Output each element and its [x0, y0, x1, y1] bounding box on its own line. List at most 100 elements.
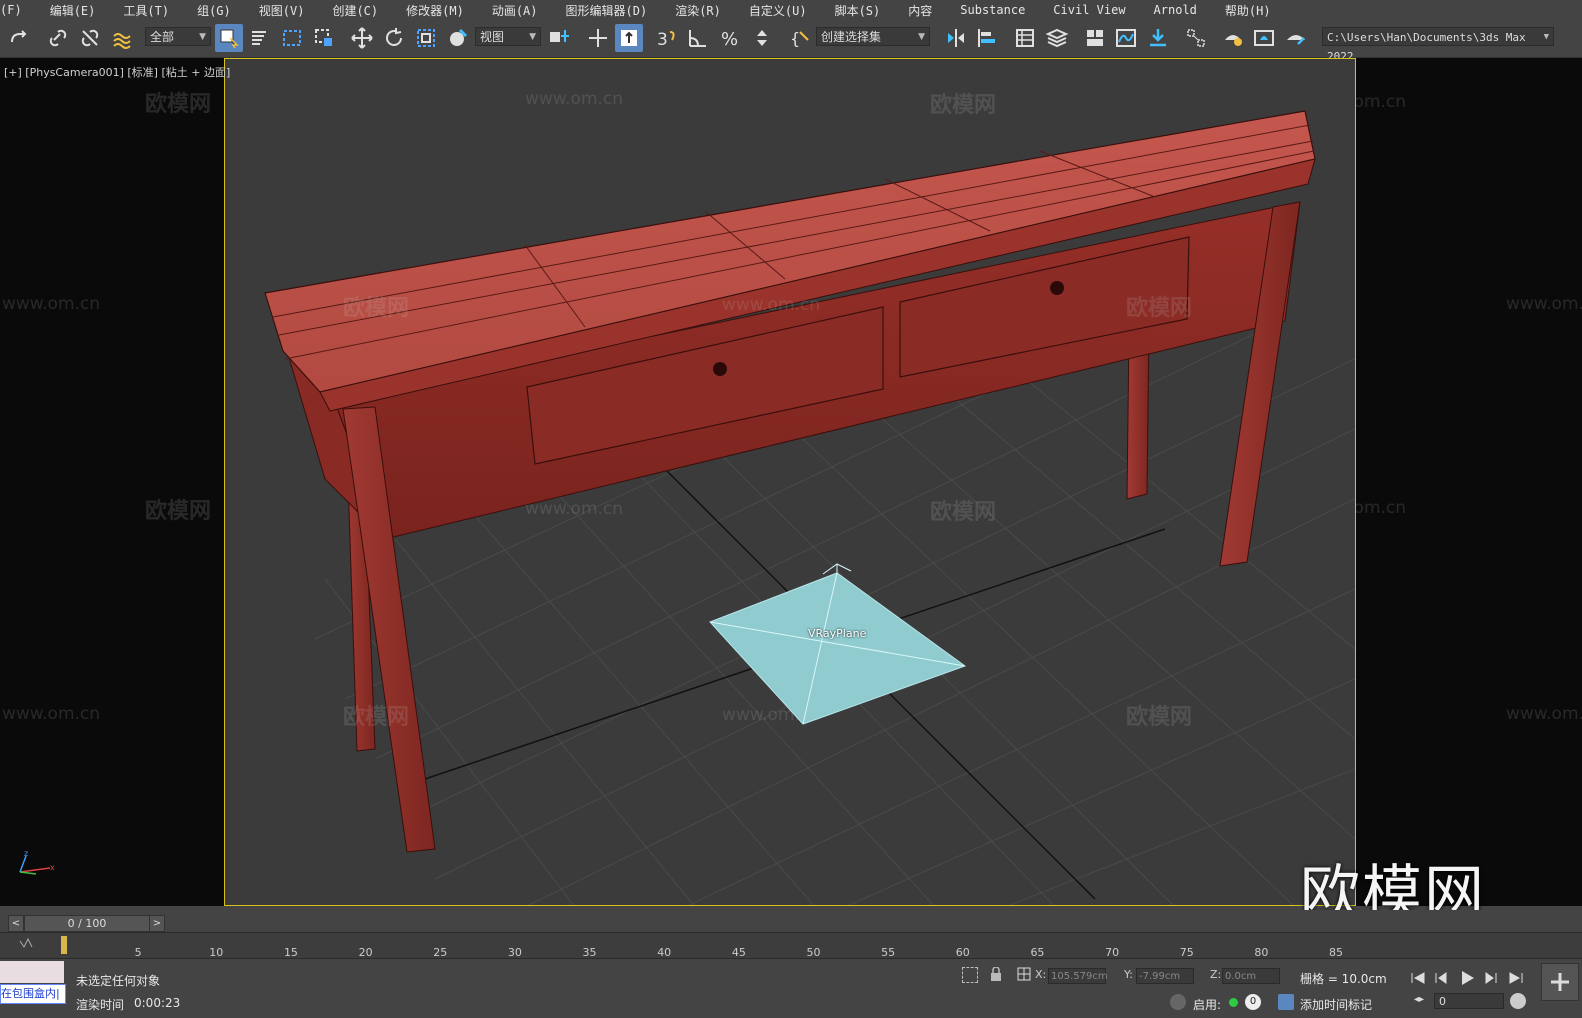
track-ticks: [19, 936, 67, 954]
menu-civil-view[interactable]: Civil View: [1053, 3, 1125, 17]
adaptive-degradation-icon[interactable]: [1170, 994, 1186, 1010]
snaps-toggle-icon[interactable]: 3: [652, 24, 680, 52]
lock-icon[interactable]: [990, 966, 1002, 981]
project-path-field[interactable]: C:\Users\Han\Documents\3ds Max 2022 ▼: [1322, 27, 1554, 63]
menu-tools[interactable]: 工具(T): [123, 2, 169, 19]
next-frame-icon: [1485, 972, 1497, 984]
pivot-center-icon[interactable]: [545, 24, 573, 52]
render-production-icon[interactable]: [1282, 24, 1310, 52]
watermark-url: www.om.cn: [1506, 704, 1582, 724]
menu-modifiers[interactable]: 修改器(M): [406, 2, 464, 19]
drawer-knob-right: [1050, 281, 1064, 295]
x-coordinate-field[interactable]: 105.579cm: [1048, 968, 1108, 984]
viewport-label[interactable]: [+] [PhysCamera001] [标准] [粘土 + 边面]: [4, 64, 230, 80]
menu-content[interactable]: 内容: [908, 2, 932, 19]
watermark-text: 欧模网: [343, 705, 410, 730]
watermark-url: www.om.cn: [722, 295, 821, 315]
playback-controls: [1411, 971, 1523, 985]
select-object-icon[interactable]: [215, 24, 243, 52]
scene-render: [264, 110, 1355, 905]
curve-editor-icon[interactable]: [1112, 24, 1140, 52]
maxscript-input[interactable]: 在包围盒内|: [0, 984, 66, 1004]
menu-bar: (F) 编辑(E) 工具(T) 组(G) 视图(V) 创建(C) 修改器(M) …: [0, 0, 1582, 20]
status-green-dot: [1229, 998, 1238, 1007]
keyboard-shortcut-override-icon[interactable]: [615, 24, 643, 52]
current-frame-field[interactable]: 0: [1434, 993, 1504, 1009]
svg-text:%: %: [721, 29, 738, 50]
edit-named-selection-icon[interactable]: {: [786, 24, 814, 52]
left-viewport-area: www.om.cn www.om.cn 欧模网 欧模网: [0, 58, 224, 906]
menu-graph-editors[interactable]: 图形编辑器(D): [566, 2, 648, 19]
menu-group[interactable]: 组(G): [197, 2, 231, 19]
rotate-icon[interactable]: [380, 24, 408, 52]
prev-frame-button[interactable]: <: [8, 915, 24, 932]
z-label: Z:: [1210, 968, 1222, 981]
menu-views[interactable]: 视图(V): [259, 2, 305, 19]
select-manipulate-icon[interactable]: [584, 24, 612, 52]
align-icon[interactable]: [973, 24, 1001, 52]
layer-explorer-icon[interactable]: [1043, 24, 1071, 52]
material-editor-icon[interactable]: [1182, 24, 1210, 52]
previous-frame-icon: [1435, 972, 1447, 984]
key-mode-toggle-icon[interactable]: ◂▸: [1414, 994, 1428, 1008]
render-setup-icon[interactable]: [1219, 24, 1247, 52]
maxscript-listener-mini[interactable]: [0, 961, 64, 983]
redo-icon[interactable]: [5, 24, 33, 52]
absolute-mode-icon[interactable]: [1017, 966, 1031, 981]
watermark-url: www.om.cn: [1506, 294, 1582, 314]
watermark-url: www.om.cn: [525, 89, 624, 109]
menu-help[interactable]: 帮助(H): [1225, 2, 1271, 19]
object-name-label: VRayPlane: [808, 627, 867, 640]
z-coordinate-field[interactable]: 0.0cm: [1222, 968, 1280, 984]
menu-create[interactable]: 创建(C): [332, 2, 378, 19]
window-crossing-icon[interactable]: [310, 24, 338, 52]
viewport-nav-plus-icon[interactable]: [1541, 963, 1579, 1001]
named-selection-dropdown[interactable]: 创建选择集 ▼: [816, 27, 930, 46]
menu-rendering[interactable]: 渲染(R): [675, 2, 721, 19]
spinner-snap-icon[interactable]: [748, 24, 776, 52]
toggle-ribbon-icon[interactable]: [1081, 24, 1109, 52]
select-by-name-icon[interactable]: [246, 24, 274, 52]
schematic-view-icon[interactable]: [1144, 24, 1172, 52]
time-config-icon[interactable]: [1510, 993, 1526, 1009]
menu-animation[interactable]: 动画(A): [492, 2, 538, 19]
menu-arnold[interactable]: Arnold: [1154, 3, 1197, 17]
track-bar[interactable]: [0, 932, 1582, 959]
rendered-frame-window-icon[interactable]: [1250, 24, 1278, 52]
scale-icon[interactable]: [412, 24, 440, 52]
menu-substance[interactable]: Substance: [960, 3, 1025, 17]
selection-filter-dropdown[interactable]: 全部 ▼: [145, 27, 211, 46]
angle-snap-icon[interactable]: [684, 24, 712, 52]
move-icon[interactable]: [348, 24, 376, 52]
enable-counter[interactable]: 0: [1245, 994, 1261, 1010]
watermark-url: www.om.cn: [2, 294, 101, 314]
scene-explorer-icon[interactable]: [1011, 24, 1039, 52]
time-tag-icon[interactable]: [1278, 994, 1294, 1010]
play-icon: [1462, 971, 1474, 985]
watermark-text: 欧模网: [930, 500, 997, 525]
reference-coord-dropdown[interactable]: 视图 ▼: [475, 27, 541, 46]
time-slider[interactable]: 0 / 100: [24, 915, 150, 932]
perspective-viewport[interactable]: www.om.cn 欧模网 欧模网 www.om.cn 欧模网 www.om.c…: [224, 58, 1356, 906]
percent-snap-icon[interactable]: %: [716, 24, 744, 52]
bind-space-warp-icon[interactable]: [108, 24, 136, 52]
watermark-url: www.om.cn: [722, 705, 821, 725]
isolate-selection-icon[interactable]: [962, 967, 978, 983]
watermark-text: 欧模网: [145, 499, 212, 524]
menu-file[interactable]: (F): [0, 3, 22, 17]
svg-text:z: z: [24, 850, 28, 858]
mirror-icon[interactable]: [942, 24, 970, 52]
y-coordinate-field[interactable]: -7.99cm: [1136, 968, 1194, 984]
grid-spacing-text: 栅格 = 10.0cm: [1300, 972, 1387, 986]
menu-edit[interactable]: 编辑(E): [50, 2, 96, 19]
unlink-icon[interactable]: [76, 24, 104, 52]
menu-customize[interactable]: 自定义(U): [749, 2, 807, 19]
svg-text:x: x: [50, 863, 55, 872]
next-frame-button[interactable]: >: [149, 915, 165, 932]
watermark-text: 欧模网: [145, 92, 212, 117]
link-icon[interactable]: [44, 24, 72, 52]
add-time-tag-label[interactable]: 添加时间标记: [1300, 996, 1372, 1013]
rect-selection-icon[interactable]: [278, 24, 306, 52]
place-icon[interactable]: [444, 24, 472, 52]
menu-scripting[interactable]: 脚本(S): [835, 2, 881, 19]
